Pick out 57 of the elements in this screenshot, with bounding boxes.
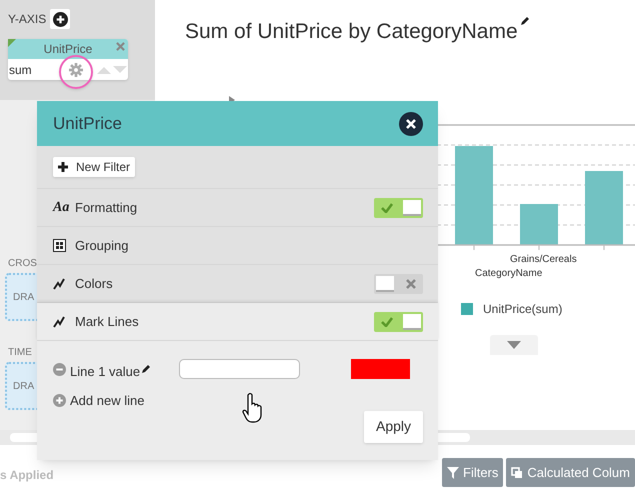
legend-label: UnitPrice(sum) bbox=[483, 301, 562, 318]
row-label: Formatting bbox=[75, 198, 138, 217]
plus-icon bbox=[58, 162, 68, 172]
add-line-button[interactable]: Add new line bbox=[53, 391, 144, 410]
text-format-icon: Aa bbox=[53, 197, 70, 218]
color-swatch[interactable] bbox=[351, 359, 410, 379]
chart-bar bbox=[520, 204, 558, 245]
settings-row[interactable]: Mark Lines bbox=[37, 303, 438, 341]
minus-circle-icon bbox=[53, 362, 66, 376]
line-chart-icon bbox=[53, 316, 65, 328]
popup-title: UnitPrice bbox=[53, 112, 122, 135]
field-name: UnitPrice bbox=[44, 41, 92, 58]
apply-button[interactable]: Apply bbox=[364, 410, 423, 442]
new-filter-button[interactable]: New Filter bbox=[53, 157, 136, 177]
expand-button[interactable] bbox=[490, 335, 538, 355]
edit-icon[interactable] bbox=[520, 16, 530, 26]
check-icon bbox=[381, 316, 393, 326]
settings-icon bbox=[69, 62, 83, 76]
toggle-switch[interactable] bbox=[374, 198, 423, 218]
settings-row[interactable]: Aa Formatting bbox=[37, 189, 438, 227]
remove-line-button[interactable] bbox=[53, 362, 66, 376]
close-icon bbox=[406, 278, 416, 288]
drop-text: DRA bbox=[13, 290, 34, 304]
axis-title: CategoryName bbox=[475, 267, 542, 281]
corner-icon bbox=[8, 39, 16, 47]
row-label: Mark Lines bbox=[75, 312, 140, 331]
copy-icon bbox=[511, 466, 524, 478]
settings-button[interactable] bbox=[68, 62, 84, 78]
settings-row[interactable]: Grouping bbox=[37, 227, 438, 265]
toggle-switch[interactable] bbox=[374, 274, 423, 294]
drop-text: DRA bbox=[13, 380, 34, 394]
legend-swatch bbox=[461, 303, 473, 315]
filter-icon bbox=[447, 466, 459, 478]
chart-title: Sum of UnitPrice by CategoryName bbox=[185, 19, 518, 45]
remove-button[interactable] bbox=[116, 42, 125, 51]
line-value-field[interactable] bbox=[179, 359, 300, 379]
close-icon bbox=[406, 118, 416, 128]
aggregate-label: sum bbox=[9, 62, 33, 78]
row-label: Colors bbox=[75, 274, 114, 293]
toggle-switch[interactable] bbox=[374, 312, 423, 332]
section-label: CROS bbox=[8, 257, 37, 271]
check-icon bbox=[381, 202, 393, 212]
section-label: Y-AXIS bbox=[8, 11, 46, 28]
settings-row[interactable]: Colors bbox=[37, 265, 438, 303]
row-label: Grouping bbox=[75, 236, 130, 255]
plus-icon bbox=[52, 12, 68, 26]
grid-icon bbox=[53, 239, 66, 252]
add-button[interactable] bbox=[50, 9, 70, 29]
line-label: Line 1 value bbox=[70, 363, 140, 382]
add-circle-icon bbox=[53, 394, 66, 408]
line-chart-icon bbox=[53, 278, 65, 290]
axis-label: Grains/Cereals bbox=[510, 253, 577, 267]
section-label: TIME bbox=[8, 346, 32, 360]
close-button[interactable] bbox=[399, 112, 423, 136]
status-text: s Applied bbox=[0, 467, 55, 484]
edit-icon[interactable] bbox=[141, 364, 152, 374]
caret-icon bbox=[507, 341, 521, 349]
